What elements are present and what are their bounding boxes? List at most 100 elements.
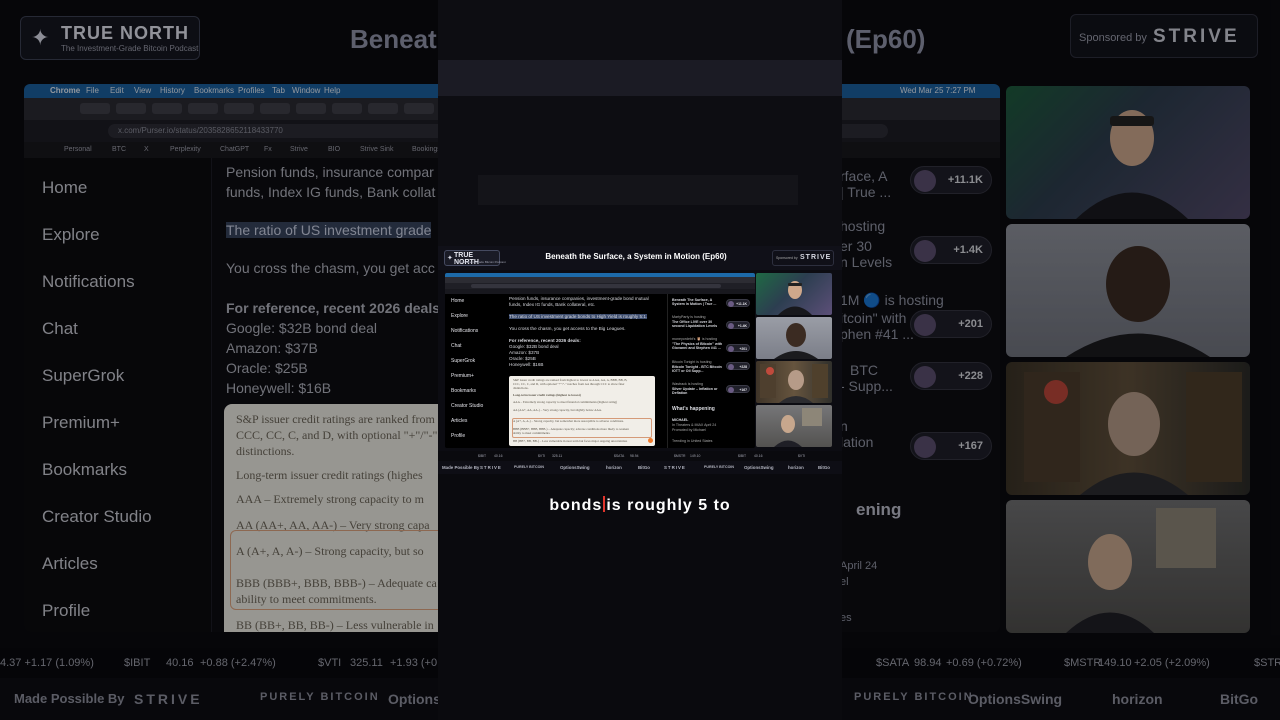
bg-right-line: lation [840,434,874,450]
logo-title: TRUE NORTH [61,23,189,43]
bg-right-line: n Levels [840,254,893,270]
sidebar-item-premium: Premium+ [451,373,474,379]
menu-edit: Edit [110,86,124,95]
menu-chrome: Chrome [50,86,81,95]
sponsor-optionsswing: OptionsSwing [744,465,774,470]
post-line: Pension funds, insurance companies, inve… [509,296,649,301]
bg-deal: Amazon: $37B [226,340,318,356]
stream-frame: ✦ TRUE NORTH The Investment-Grade Bitcoi… [438,246,842,474]
person-silhouette-icon [760,364,828,403]
sponsor-badge: Sponsored by STRIVE [1070,14,1258,58]
tab [188,103,218,114]
avatar [728,323,734,329]
bg-listener-pill: +201 [910,310,992,338]
person-silhouette-icon [1066,246,1210,357]
space-host: Wastrack is hosting [672,382,704,386]
deal-item: Oracle: $25B [509,356,536,361]
ticker-symbol: $IBIT [738,454,747,458]
background-sidebar: Home Explore Notifications Chat SuperGro… [24,158,212,632]
bg-sidebar-chat: Chat [42,319,78,338]
bg-sidebar-bookmarks: Bookmarks [42,460,128,479]
ticker-symbol: $VTI [798,454,806,458]
ticker-fragment: 4.37 +1.17 (1.09%) [0,657,94,669]
bg-listener-pill: +228 [910,362,992,390]
bg-card-line: S&P issuer credit ratings are ranked fro… [236,412,448,426]
sidebar-item-chat: Chat [451,343,462,349]
post-body: Pension funds, insurance companies, inve… [509,294,659,448]
tab [260,103,290,114]
bg-sidebar-articles: Articles [42,554,98,573]
bg-listener-count: +1.4K [953,244,983,256]
sponsor-bitgo: BitGo [1220,691,1259,707]
webcam-guest-3 [1006,500,1250,633]
bg-sidebar-home: Home [42,178,88,197]
bg-right-line: phen #41 ... [840,326,914,342]
rating-bbb-cont: ability to meet commitments. [513,431,551,435]
sidebar-item-profile: Profile [451,433,466,439]
bg-sidebar-notifications: Notifications [42,272,135,291]
ticker-value: 40.16 [166,657,194,669]
sponsor-purely-bitcoin: PURELY BITCOIN [260,691,380,703]
trend-label: Trending in United States [672,439,713,443]
avatar [914,314,936,336]
bg-post-line: funds, Index IG funds, Bank collat [226,184,436,200]
caption-word: is roughly 5 to [606,497,731,514]
sponsor-horizon: horizon [1112,691,1163,707]
bg-deal: Oracle: $25B [226,360,308,376]
webcam-guest-3-small [756,405,832,447]
stream-sponsor-bar: Made Possible By STRIVE PURELY BITCOIN O… [438,461,842,474]
listener-count: +167 [739,387,747,392]
sponsor-badge-small: Sponsored by STRIVE [772,250,834,266]
sidebar-item-explore: Explore [451,313,468,319]
space-title: The Office LIVE over 30 second Liquidati… [672,320,718,328]
bg-deal: Google: $32B bond deal [226,320,378,336]
menu-help: Help [324,86,341,95]
ticker-symbol: $SATA [614,454,625,458]
webcam-guest-2-small [756,361,832,403]
bg-deal: Honeywell: $16B [226,380,332,396]
sponsor-purely-bitcoin: PURELY BITCOIN [854,691,974,703]
listener-pill: +167 [726,385,750,393]
bookmark: Strive [290,146,308,153]
avatar [728,301,734,307]
bg-right-line: - Supp... [840,378,893,394]
listener-pill: +228 [726,362,750,370]
compass-icon: ✦ [447,255,453,262]
rating-bb: BB (BB+, BB, BB-) – Less vulnerable in n… [513,439,628,443]
video-frame: ✦ TRUE NORTH The Investment-Grade Bitcoi… [0,0,1280,720]
grok-icon [648,438,653,443]
ratings-card: S&P issuer credit ratings are ranked fro… [509,376,655,446]
bg-whats-happening: ening [856,500,902,519]
x-sidebar: Home Explore Notifications Chat SuperGro… [445,294,501,448]
post-ref-heading: For reference, recent 2026 deals: [509,338,581,343]
space-title: "The Physics of Bitcoin" with Giovanni a… [672,342,723,350]
bg-sidebar-profile: Profile [42,601,91,620]
webcam-host [1006,86,1250,219]
card-line: distinctions. [513,386,529,390]
bg-card-line: CCC, CC, C, and D, with optional "+"/"-"… [236,428,453,442]
bookmark: BTC [112,146,126,153]
post-line: funds, Index IG funds, Bank collateral, … [509,302,596,307]
ticker-symbol: $SATA [876,657,910,669]
listener-count: +1.4K [737,323,747,328]
ticker-symbol: $VTI [318,657,342,669]
sidebar-item-home: Home [451,298,465,304]
bg-card-line: ability to meet commitments. [236,592,377,606]
blur-band [438,60,842,96]
ticker-change: +0.69 (+0.72%) [946,657,1022,669]
spaces-panel: Beneath The Surface, A System In Motion … [667,294,753,448]
person-silhouette-icon [778,281,812,315]
sponsor-brand: STRIVE [1153,26,1240,47]
vertical-video-strip: ✦ TRUE NORTH The Investment-Grade Bitcoi… [438,0,842,720]
bg-post-line: Pension funds, insurance compar [226,164,434,180]
person-silhouette-icon [774,323,818,359]
bookmark: BIO [328,146,341,153]
stream-ticker: $IBIT 40.16 $VTI 325.11 $SATA 98.94 $MST… [438,451,842,461]
sponsor-purely-bitcoin: PURELY BITCOIN [514,465,544,469]
listener-count: +228 [739,364,747,369]
webcam-guest-2 [1006,362,1250,495]
bg-listener-count: +228 [958,370,983,382]
card-line: CCC, CC, C, and D, with optional "+"/"-"… [513,382,625,386]
avatar [728,346,734,352]
bookmark: Fx [264,146,272,153]
